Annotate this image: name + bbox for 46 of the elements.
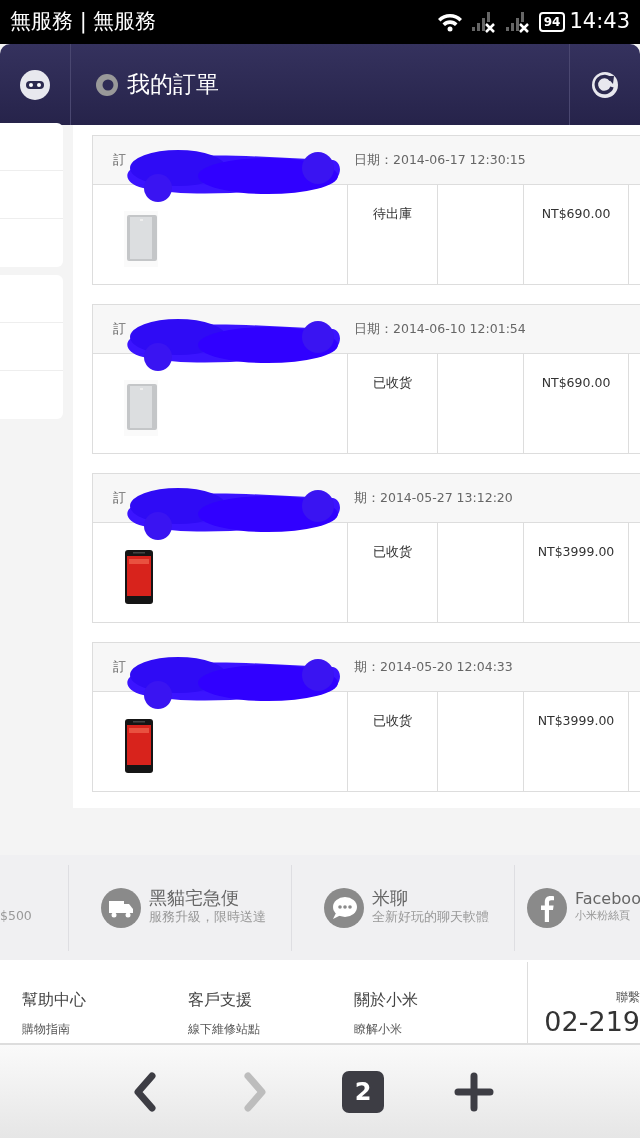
truck-icon (101, 887, 141, 928)
menu-button[interactable] (19, 68, 51, 101)
service-title: Faceboo (575, 890, 640, 909)
service-subtitle: 全新好玩的聊天軟體 (372, 908, 489, 926)
wifi-icon (436, 12, 463, 32)
order-status: 待出庫 (373, 206, 412, 221)
order-number-label: 訂 (113, 150, 126, 169)
order-status: 已收货 (373, 713, 412, 728)
clock-text: 14:43 (569, 8, 630, 36)
no-signal-icon (504, 11, 531, 33)
new-tab-button[interactable] (454, 1071, 494, 1112)
order-price: NT$690.00 (541, 206, 611, 221)
order-number-label: 訂 (113, 488, 126, 507)
no-signal-icon (470, 11, 497, 33)
order-price: NT$3999.00 (537, 713, 615, 728)
refresh-button[interactable] (590, 69, 620, 100)
order-date: 日期：2014-06-17 12:30:15 (354, 150, 526, 169)
page-icon (95, 72, 119, 97)
footer-heading: 幫助中心 (22, 989, 87, 1011)
contact-phone: 02-219 (544, 1006, 640, 1039)
order-number-label: 訂 (113, 319, 126, 338)
page-title: 我的訂單 (127, 70, 219, 100)
order-price: NT$3999.00 (537, 544, 615, 559)
footer-link[interactable]: 購物指南 (22, 1020, 166, 1038)
facebook-icon (527, 887, 567, 928)
service-subtitle: $500 (0, 907, 32, 926)
battery-icon: 94 (538, 12, 566, 32)
carrier-text: 無服務 | 無服務 (10, 8, 157, 36)
service-subtitle: 服務升級，限時送達 (149, 908, 266, 926)
order-status: 已收货 (373, 544, 412, 559)
service-title: 米聊 (372, 888, 409, 908)
chat-icon (324, 887, 364, 928)
footer-heading: 客戶支援 (188, 989, 253, 1011)
footer-link[interactable]: 線下維修站點 (188, 1020, 332, 1038)
service-subtitle: 小米粉絲頁 (575, 908, 631, 925)
order-date: 期：2014-05-27 13:12:20 (354, 488, 513, 507)
tabs-button[interactable]: 2 (342, 1070, 384, 1113)
service-title: 黑貓宅急便 (149, 888, 240, 908)
order-status: 已收货 (373, 375, 412, 390)
footer-link[interactable]: 瞭解小米 (354, 1020, 498, 1038)
order-price: NT$690.00 (541, 375, 611, 390)
order-number-label: 訂 (113, 657, 126, 676)
contact-label: 聯繫 (616, 989, 640, 1006)
order-date: 期：2014-05-20 12:04:33 (354, 657, 513, 676)
footer-heading: 關於小米 (354, 989, 419, 1011)
order-date: 日期：2014-06-10 12:01:54 (354, 319, 526, 338)
